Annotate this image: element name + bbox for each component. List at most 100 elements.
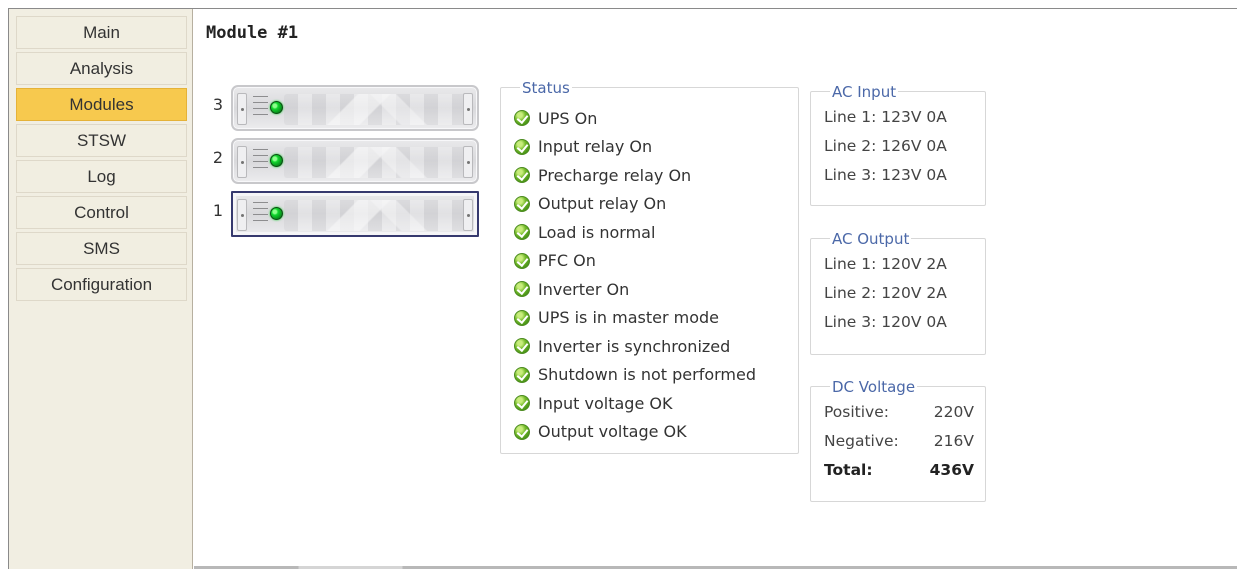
ac-input-line-1: Line 1: 123V 0A bbox=[824, 108, 947, 126]
status-item: Inverter On bbox=[514, 275, 756, 304]
module-vent-icon bbox=[284, 147, 468, 178]
status-label: Input relay On bbox=[538, 137, 653, 157]
status-item: Load is normal bbox=[514, 218, 756, 247]
status-item: Inverter is synchronized bbox=[514, 332, 756, 361]
module-details-page: Module #1 3 2 1 Status UPS On Input rela… bbox=[194, 9, 1237, 569]
status-label: Inverter On bbox=[538, 279, 630, 299]
dc-voltage-title: DC Voltage bbox=[830, 378, 918, 396]
ups-management-window: Main Analysis Modules STSW Log Control S… bbox=[8, 8, 1237, 569]
status-item: Output relay On bbox=[514, 190, 756, 219]
ok-check-icon bbox=[514, 224, 530, 241]
ok-check-icon bbox=[514, 167, 530, 184]
dc-negative-label: Negative: bbox=[824, 432, 899, 450]
ac-output-line-3: Line 3: 120V 0A bbox=[824, 313, 947, 331]
status-label: UPS On bbox=[538, 108, 598, 128]
right-rack-ear-icon bbox=[463, 146, 473, 178]
ok-check-icon bbox=[514, 338, 530, 355]
module-row-3[interactable]: 3 bbox=[208, 79, 498, 132]
sidebar-navigation: Main Analysis Modules STSW Log Control S… bbox=[9, 9, 193, 569]
sidebar-item-log[interactable]: Log bbox=[16, 160, 187, 193]
status-item: Input voltage OK bbox=[514, 389, 756, 418]
dc-total-label: Total: bbox=[824, 461, 873, 479]
status-label: PFC On bbox=[538, 251, 596, 271]
dc-total-value: 436V bbox=[929, 461, 974, 479]
page-title: Module #1 bbox=[206, 23, 299, 43]
ac-output-line-1: Line 1: 120V 2A bbox=[824, 255, 947, 273]
status-list: UPS On Input relay On Precharge relay On… bbox=[514, 104, 756, 446]
status-item: PFC On bbox=[514, 247, 756, 276]
green-led-icon bbox=[270, 154, 283, 167]
ac-output-readings: Line 1: 120V 2A Line 2: 120V 2A Line 3: … bbox=[824, 255, 947, 342]
ok-check-icon bbox=[514, 110, 530, 127]
dc-total-row: Total: 436V bbox=[824, 461, 974, 490]
module-vent-icon bbox=[284, 200, 468, 231]
dc-positive-value: 220V bbox=[933, 403, 974, 421]
dc-negative-row: Negative: 216V bbox=[824, 432, 974, 461]
left-rack-ear-icon bbox=[237, 146, 247, 178]
ok-check-icon bbox=[514, 252, 530, 269]
status-item: UPS is in master mode bbox=[514, 304, 756, 333]
vent-lines-icon bbox=[253, 202, 268, 230]
status-label: Precharge relay On bbox=[538, 165, 692, 185]
status-label: Output voltage OK bbox=[538, 422, 687, 442]
status-item: UPS On bbox=[514, 104, 756, 133]
module-unit[interactable] bbox=[231, 85, 479, 131]
module-vent-icon bbox=[284, 94, 468, 125]
status-label: Inverter is synchronized bbox=[538, 336, 731, 356]
ac-input-readings: Line 1: 123V 0A Line 2: 126V 0A Line 3: … bbox=[824, 108, 947, 195]
sidebar-item-stsw[interactable]: STSW bbox=[16, 124, 187, 157]
left-rack-ear-icon bbox=[237, 199, 247, 231]
ac-input-line-2: Line 2: 126V 0A bbox=[824, 137, 947, 155]
module-number: 3 bbox=[212, 95, 224, 114]
status-label: Load is normal bbox=[538, 222, 656, 242]
vent-lines-icon bbox=[253, 96, 268, 124]
status-label: Shutdown is not performed bbox=[538, 365, 757, 385]
status-label: Output relay On bbox=[538, 194, 667, 214]
right-rack-ear-icon bbox=[463, 93, 473, 125]
sidebar-item-modules[interactable]: Modules bbox=[16, 88, 187, 121]
ok-check-icon bbox=[514, 195, 530, 212]
ok-check-icon bbox=[514, 138, 530, 155]
green-led-icon bbox=[270, 101, 283, 114]
ok-check-icon bbox=[514, 366, 530, 383]
status-label: UPS is in master mode bbox=[538, 308, 720, 328]
dc-positive-label: Positive: bbox=[824, 403, 889, 421]
module-row-2[interactable]: 2 bbox=[208, 132, 498, 185]
status-item: Precharge relay On bbox=[514, 161, 756, 190]
ac-input-title: AC Input bbox=[830, 83, 899, 101]
dc-positive-row: Positive: 220V bbox=[824, 403, 974, 432]
module-unit[interactable] bbox=[231, 191, 479, 237]
sidebar-item-main[interactable]: Main bbox=[16, 16, 187, 49]
status-label: Input voltage OK bbox=[538, 393, 673, 413]
ac-output-panel: AC Output Line 1: 120V 2A Line 2: 120V 2… bbox=[810, 231, 986, 355]
dc-voltage-panel: DC Voltage Positive: 220V Negative: 216V… bbox=[810, 379, 986, 502]
ac-input-line-3: Line 3: 123V 0A bbox=[824, 166, 947, 184]
status-title: Status bbox=[520, 79, 572, 97]
right-rack-ear-icon bbox=[463, 199, 473, 231]
ok-check-icon bbox=[514, 309, 530, 326]
sidebar-item-sms[interactable]: SMS bbox=[16, 232, 187, 265]
vent-lines-icon bbox=[253, 149, 268, 177]
left-rack-ear-icon bbox=[237, 93, 247, 125]
module-unit[interactable] bbox=[231, 138, 479, 184]
ac-output-title: AC Output bbox=[830, 230, 912, 248]
module-number: 2 bbox=[212, 148, 224, 167]
ac-output-line-2: Line 2: 120V 2A bbox=[824, 284, 947, 302]
sidebar-item-analysis[interactable]: Analysis bbox=[16, 52, 187, 85]
status-item: Input relay On bbox=[514, 133, 756, 162]
sidebar-item-configuration[interactable]: Configuration bbox=[16, 268, 187, 301]
status-item: Shutdown is not performed bbox=[514, 361, 756, 390]
ac-input-panel: AC Input Line 1: 123V 0A Line 2: 126V 0A… bbox=[810, 84, 986, 206]
green-led-icon bbox=[270, 207, 283, 220]
ok-check-icon bbox=[514, 395, 530, 412]
module-row-1-selected[interactable]: 1 bbox=[208, 185, 498, 238]
module-rack: 3 2 1 bbox=[208, 79, 498, 238]
ok-check-icon bbox=[514, 281, 530, 298]
module-number: 1 bbox=[212, 201, 224, 220]
sidebar-item-control[interactable]: Control bbox=[16, 196, 187, 229]
ok-check-icon bbox=[514, 423, 530, 440]
status-item: Output voltage OK bbox=[514, 418, 756, 447]
status-panel: Status UPS On Input relay On Precharge r… bbox=[500, 80, 799, 454]
dc-voltage-readings: Positive: 220V Negative: 216V Total: 436… bbox=[824, 403, 974, 490]
dc-negative-value: 216V bbox=[933, 432, 974, 450]
